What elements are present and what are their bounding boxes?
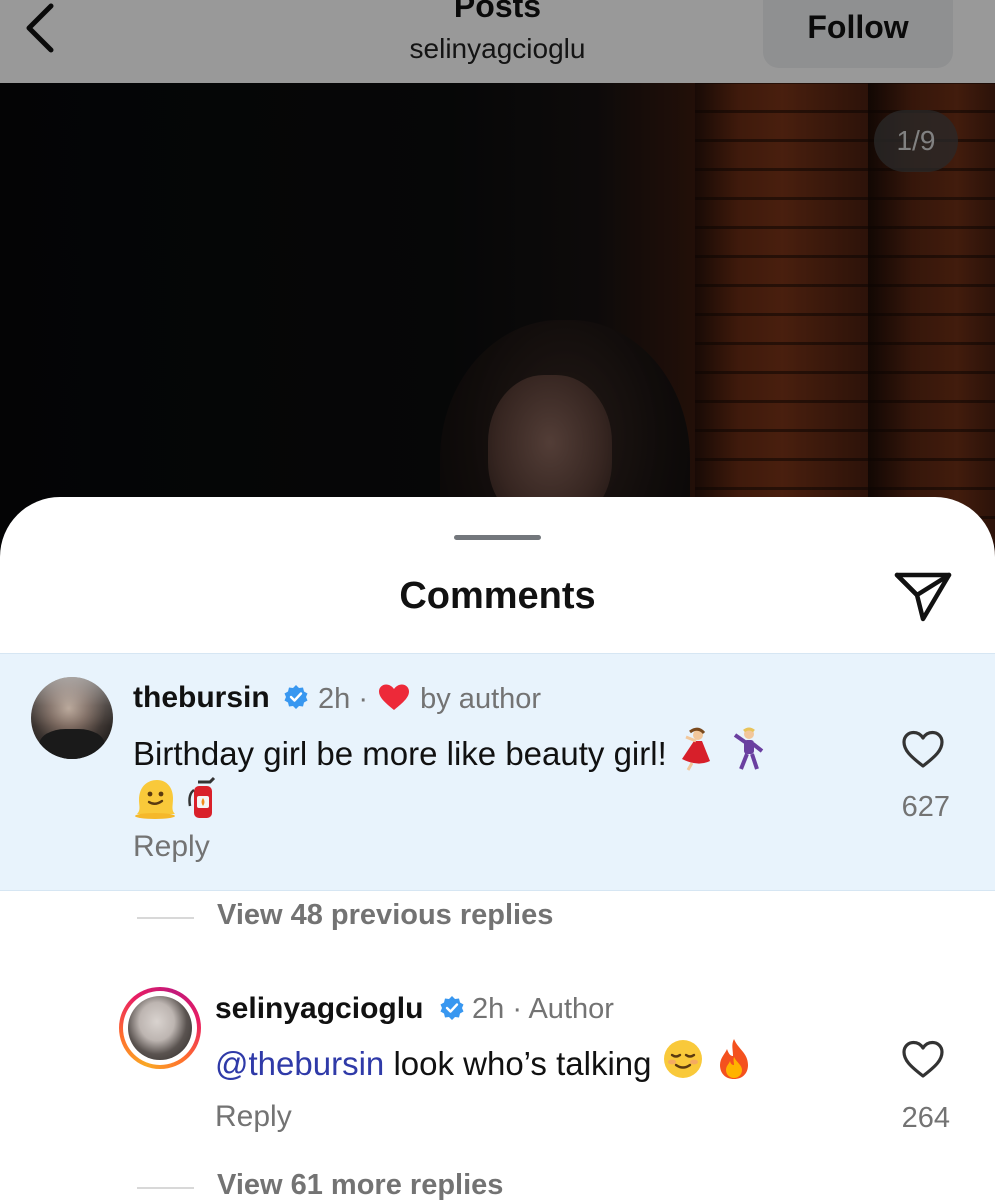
avatar[interactable] [31,677,113,759]
sheet-drag-handle[interactable] [454,535,541,540]
man-dancing-emoji-icon [733,727,764,770]
reply-button[interactable]: Reply [215,1100,292,1134]
comment-meta: 2h · by author [318,683,541,716]
comments-sheet: Comments thebursin 2h · by author Birthd… [0,497,995,1200]
comment-text: @thebursin look who’s talking [215,1037,875,1086]
dancer-emoji-icon [681,727,710,771]
heart-filled-icon [379,684,410,710]
mention-link[interactable]: @thebursin [215,1045,384,1082]
reply-button[interactable]: Reply [133,830,210,864]
avatar [128,996,192,1060]
comment-text: Birthday girl be more like beauty girl! [133,727,873,825]
verified-badge-icon [440,996,464,1020]
sheet-title: Comments [399,575,596,617]
like-count: 264 [901,1102,950,1134]
relieved-face-emoji-icon [663,1040,702,1078]
meta-separator: · [358,683,368,715]
melting-face-emoji-icon [135,780,175,819]
comment-time: 2h [318,683,351,715]
send-icon [894,572,952,622]
meta-separator: · [512,993,522,1025]
thread-connector [137,1187,194,1189]
like-count: 627 [901,791,950,823]
thread-connector [137,917,194,919]
author-badge: Author [528,993,614,1025]
share-button[interactable] [892,569,954,623]
verified-badge-icon [284,685,308,709]
comment-meta: 2h · Author [472,993,614,1026]
view-more-replies-button[interactable]: View 61 more replies [217,1169,503,1200]
liked-by-author-label: by author [420,683,542,715]
comment-username[interactable]: selinyagcioglu [215,992,423,1026]
heart-outline-icon[interactable] [901,729,945,769]
comment-username[interactable]: thebursin [133,681,270,715]
view-previous-replies-button[interactable]: View 48 previous replies [217,899,553,932]
fire-emoji-icon [719,1039,748,1079]
comment-body: look who’s talking [393,1045,652,1082]
fire-extinguisher-emoji-icon [188,776,216,818]
avatar-story-ring[interactable] [119,987,201,1069]
comment-time: 2h [472,993,505,1025]
comment-body: Birthday girl be more like beauty girl! [133,735,667,772]
heart-outline-icon[interactable] [901,1039,945,1079]
